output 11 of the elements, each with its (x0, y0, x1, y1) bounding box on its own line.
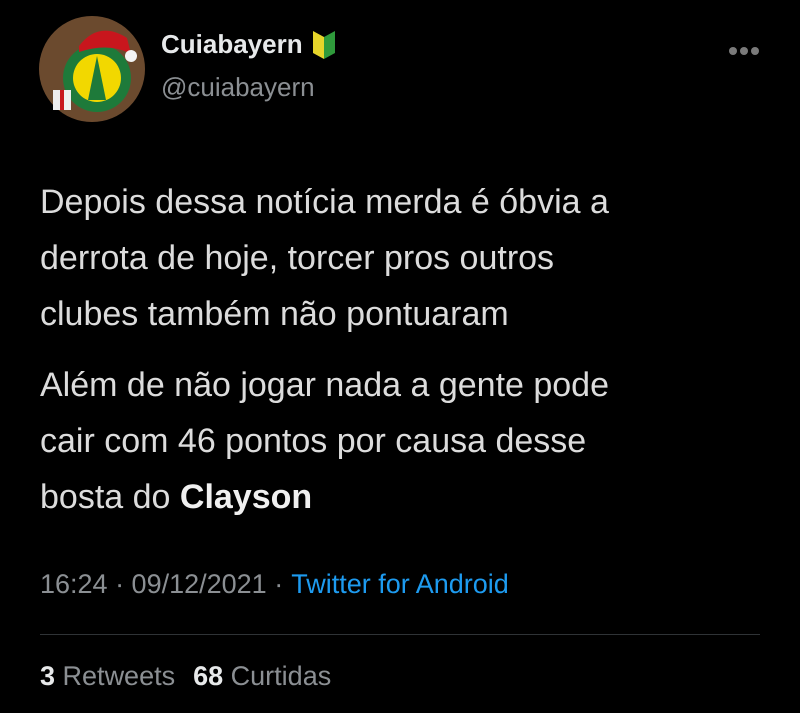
stat-count[interactable]: 68 Curtidas (193, 661, 332, 692)
source-link[interactable]: Twitter for Android (291, 569, 509, 600)
author-name[interactable]: Cuiabayern (161, 29, 303, 60)
more-icon[interactable] (728, 46, 760, 56)
badge-icon (312, 30, 335, 58)
stat-count[interactable]: 3 Retweets (40, 661, 176, 692)
timestamp: 16:24 · 09/12/2021 · (40, 569, 284, 600)
avatar-icon[interactable] (39, 16, 145, 122)
author-handle[interactable]: @cuiabayern (161, 72, 335, 103)
tweet-text: Além de não jogar nada a gente pode cair com 46 pontos por causa desse bosta do Clayson (40, 365, 610, 518)
tweet-text: Depois dessa notícia merda é óbvia a derrota de hoje, torcer pros outros clubes também não pontuaram (40, 182, 610, 335)
